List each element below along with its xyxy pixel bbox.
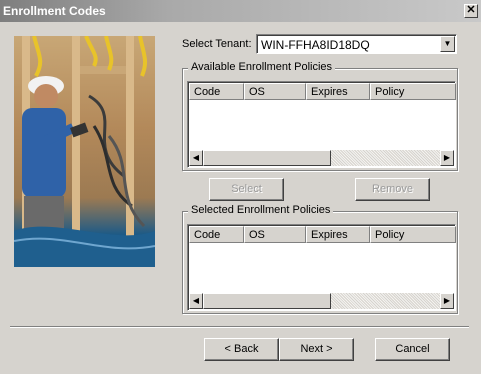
cancel-button[interactable]: Cancel: [375, 338, 450, 361]
column-header-expires[interactable]: Expires: [306, 83, 370, 100]
scroll-right-button[interactable]: ▶: [440, 150, 454, 166]
scroll-thumb[interactable]: [203, 150, 331, 166]
list-header: Code OS Expires Policy: [189, 226, 456, 243]
next-button[interactable]: Next >: [279, 338, 354, 361]
horizontal-scrollbar[interactable]: ◀ ▶: [189, 150, 454, 166]
arrow-right-icon: ▶: [443, 296, 451, 305]
column-header-policy[interactable]: Policy: [370, 226, 456, 243]
tenant-combobox[interactable]: WIN-FFHA8ID18DQ ▼: [256, 34, 457, 54]
horizontal-scrollbar[interactable]: ◀ ▶: [189, 293, 454, 309]
close-button[interactable]: ✕: [464, 4, 478, 18]
arrow-left-icon: ◀: [192, 296, 200, 305]
banner-image: [14, 36, 155, 267]
available-policies-title: Available Enrollment Policies: [188, 61, 336, 73]
scroll-left-button[interactable]: ◀: [189, 293, 203, 309]
close-icon: ✕: [466, 4, 476, 16]
electrician-illustration: [14, 36, 155, 267]
dropdown-button[interactable]: ▼: [440, 36, 455, 52]
title-bar: Enrollment Codes ✕: [0, 0, 481, 22]
column-header-os[interactable]: OS: [244, 83, 306, 100]
back-button[interactable]: < Back: [204, 338, 279, 361]
chevron-down-icon: ▼: [443, 39, 452, 48]
remove-button[interactable]: Remove: [355, 178, 430, 201]
select-button[interactable]: Select: [209, 178, 284, 201]
scroll-left-button[interactable]: ◀: [189, 150, 203, 166]
column-header-expires[interactable]: Expires: [306, 226, 370, 243]
arrow-right-icon: ▶: [443, 153, 451, 162]
arrow-left-icon: ◀: [192, 153, 200, 162]
selected-policies-list[interactable]: Code OS Expires Policy ◀ ▶: [187, 224, 456, 311]
footer-separator: [10, 326, 469, 328]
scroll-right-button[interactable]: ▶: [440, 293, 454, 309]
list-header: Code OS Expires Policy: [189, 83, 456, 100]
tenant-value: WIN-FFHA8ID18DQ: [261, 38, 370, 52]
select-tenant-label: Select Tenant:: [182, 38, 252, 50]
column-header-policy[interactable]: Policy: [370, 83, 456, 100]
scroll-thumb[interactable]: [203, 293, 331, 309]
window-title: Enrollment Codes: [3, 4, 106, 18]
selected-policies-title: Selected Enrollment Policies: [188, 204, 334, 216]
column-header-code[interactable]: Code: [189, 226, 244, 243]
enrollment-codes-window: Enrollment Codes ✕ Select Tenant: WIN-FF…: [0, 0, 481, 374]
available-policies-list[interactable]: Code OS Expires Policy ◀ ▶: [187, 81, 456, 168]
column-header-os[interactable]: OS: [244, 226, 306, 243]
column-header-code[interactable]: Code: [189, 83, 244, 100]
